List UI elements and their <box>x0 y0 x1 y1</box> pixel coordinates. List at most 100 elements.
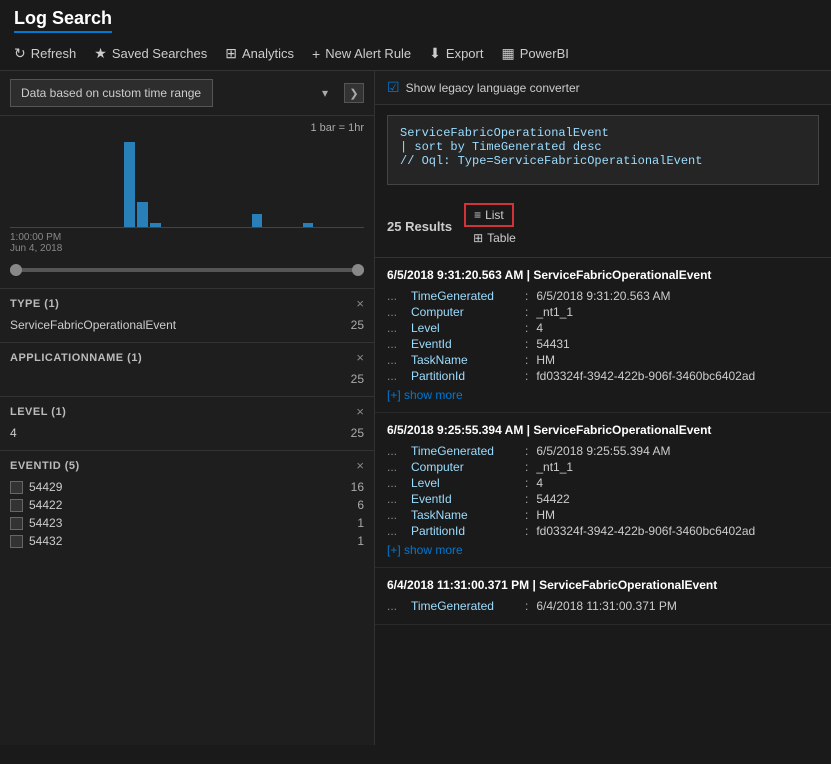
result-field-key: PartitionId <box>411 524 521 538</box>
slider-thumb-right[interactable] <box>352 264 364 276</box>
view-btn-list[interactable]: ≡List <box>464 203 514 227</box>
result-field-expand[interactable]: ... <box>387 508 407 522</box>
right-panel: ☑ Show legacy language converter Service… <box>375 71 831 745</box>
toolbar-btn-analytics[interactable]: ⊞Analytics <box>225 41 294 66</box>
collapse-button[interactable]: ❯ <box>344 83 364 103</box>
result-field-value: 6/4/2018 11:31:00.371 PM <box>536 599 677 613</box>
toolbar: ↻Refresh ★Saved Searches ⊞Analytics +New Al… <box>14 41 817 66</box>
refresh-icon: ↻ <box>14 45 26 62</box>
table-view-label: Table <box>487 231 516 245</box>
chart-bar <box>124 142 135 227</box>
result-field-expand[interactable]: ... <box>387 599 407 613</box>
result-field-expand[interactable]: ... <box>387 444 407 458</box>
facet-header-level: LEVEL (1)× <box>10 405 364 418</box>
facet-row: 25 <box>10 370 364 388</box>
result-field: ...TaskName:HM <box>387 352 819 368</box>
saved-searches-label: Saved Searches <box>112 46 207 61</box>
result-field-expand[interactable]: ... <box>387 353 407 367</box>
result-field-value: fd03324f-3942-422b-906f-3460bc6402ad <box>536 369 755 383</box>
facet-checkbox[interactable] <box>10 499 23 512</box>
time-range-select[interactable]: Data based on custom time range <box>10 79 213 107</box>
result-field-colon: : <box>525 599 528 613</box>
result-field-value: 6/5/2018 9:25:55.394 AM <box>536 444 670 458</box>
list-view-label: List <box>485 208 504 222</box>
result-field-expand[interactable]: ... <box>387 492 407 506</box>
result-field-expand[interactable]: ... <box>387 321 407 335</box>
slider-container <box>0 254 374 288</box>
result-field-key: TaskName <box>411 353 521 367</box>
result-title: 6/5/2018 9:31:20.563 AM | ServiceFabricO… <box>387 268 819 282</box>
view-buttons: ≡List⊞Table <box>464 203 525 249</box>
toolbar-btn-saved-searches[interactable]: ★Saved Searches <box>94 41 207 66</box>
result-field-expand[interactable]: ... <box>387 524 407 538</box>
powerbi-label: PowerBI <box>520 46 569 61</box>
result-field-key: TaskName <box>411 508 521 522</box>
results-header: 25 Results ≡List⊞Table <box>375 195 831 258</box>
facet-applicationname: APPLICATIONNAME (1)×25 <box>0 342 374 396</box>
facet-title-eventid: EVENTID (5) <box>10 460 80 472</box>
show-more-link[interactable]: [+] show more <box>387 543 463 557</box>
slider-thumb-left[interactable] <box>10 264 22 276</box>
facet-row: 5442916 <box>10 478 364 496</box>
show-more-link[interactable]: [+] show more <box>387 388 463 402</box>
facet-checkbox[interactable] <box>10 535 23 548</box>
facet-title-type: TYPE (1) <box>10 298 59 310</box>
facet-close-type[interactable]: × <box>356 297 364 310</box>
toolbar-btn-new-alert-rule[interactable]: +New Alert Rule <box>312 42 411 66</box>
facet-close-eventid[interactable]: × <box>356 459 364 472</box>
result-field-value: 4 <box>536 321 543 335</box>
facet-eventid: EVENTID (5)×5442916544226544231544321 <box>0 450 374 558</box>
result-field-expand[interactable]: ... <box>387 337 407 351</box>
slider-track <box>10 268 364 272</box>
result-field-expand[interactable]: ... <box>387 305 407 319</box>
result-field-colon: : <box>525 321 528 335</box>
facet-count: 6 <box>357 498 364 512</box>
result-field-colon: : <box>525 305 528 319</box>
result-field: ... PartitionId: fd03324f-3942-422b-906f-3… <box>387 523 819 539</box>
result-field: ...TimeGenerated:6/5/2018 9:25:55.394 AM <box>387 443 819 459</box>
result-field-colon: : <box>525 369 528 383</box>
result-field-expand[interactable]: ... <box>387 289 407 303</box>
toolbar-btn-export[interactable]: ⬇Export <box>429 41 483 66</box>
results-count: 25 Results <box>387 219 452 234</box>
chart-bar <box>252 214 263 227</box>
result-field-key: Computer <box>411 460 521 474</box>
result-field-expand[interactable]: ... <box>387 460 407 474</box>
result-field-value: HM <box>536 353 555 367</box>
result-field: ...EventId:54422 <box>387 491 819 507</box>
facet-close-level[interactable]: × <box>356 405 364 418</box>
time-range-wrapper: Data based on custom time range <box>10 79 336 107</box>
toolbar-btn-refresh[interactable]: ↻Refresh <box>14 41 76 66</box>
facet-checkbox[interactable] <box>10 517 23 530</box>
result-field: ...TaskName:HM <box>387 507 819 523</box>
result-field-key: EventId <box>411 337 521 351</box>
facet-count: 25 <box>351 426 364 440</box>
query-box[interactable]: ServiceFabricOperationalEvent | sort by … <box>387 115 819 185</box>
result-field-colon: : <box>525 524 528 538</box>
legacy-checkbox-icon[interactable]: ☑ <box>387 79 400 96</box>
facet-count: 25 <box>351 372 364 386</box>
facet-row: 54423 1 <box>10 514 364 532</box>
view-btn-table[interactable]: ⊞Table <box>464 227 525 249</box>
result-field-value: _nt1_1 <box>536 460 573 474</box>
toolbar-btn-powerbi[interactable]: ▦PowerBI <box>501 41 568 66</box>
facet-row-left: 4 <box>10 426 343 440</box>
facet-close-applicationname[interactable]: × <box>356 351 364 364</box>
facet-value-text: 54423 <box>29 516 62 530</box>
result-field: ...EventId:54431 <box>387 336 819 352</box>
result-field-key: TimeGenerated <box>411 599 521 613</box>
page-title: Log Search <box>14 8 112 33</box>
result-title: 6/4/2018 11:31:00.371 PM | ServiceFabric… <box>387 578 819 592</box>
result-field-value: fd03324f-3942-422b-906f-3460bc6402ad <box>536 524 755 538</box>
facet-checkbox[interactable] <box>10 481 23 494</box>
analytics-label: Analytics <box>242 46 294 61</box>
result-field: ... TimeGenerated:6/4/2018 11:31:00.371 P… <box>387 598 819 614</box>
result-field-value: _nt1_1 <box>536 305 573 319</box>
facet-header-type: TYPE (1) × <box>10 297 364 310</box>
result-field: ...Level:4 <box>387 320 819 336</box>
facet-row-left: 54429 <box>10 480 343 494</box>
result-field-expand[interactable]: ... <box>387 369 407 383</box>
facet-count: 1 <box>357 516 364 530</box>
result-field-expand[interactable]: ... <box>387 476 407 490</box>
facet-value-text: 4 <box>10 426 17 440</box>
